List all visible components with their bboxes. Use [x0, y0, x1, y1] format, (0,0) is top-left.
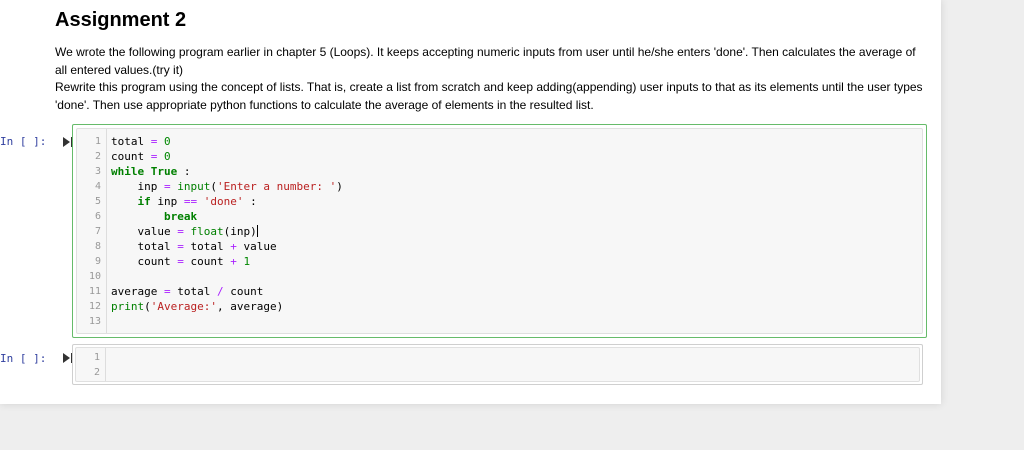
line-number: 9 [94, 256, 101, 267]
code-line: average = total / count [111, 284, 343, 299]
line-number: 7 [94, 226, 101, 237]
code-line: total = total + value [111, 239, 343, 254]
code-line: count = 0 [111, 149, 343, 164]
code-token: total [111, 240, 178, 253]
line-number: 13 [88, 316, 101, 327]
cell-prompt: In [ ]: [0, 352, 47, 365]
code-token: + [230, 255, 237, 268]
code-token: / [216, 285, 224, 298]
code-token: value [111, 225, 178, 238]
code-token: if [137, 195, 151, 208]
markdown-cell[interactable]: Assignment 2 We wrote the following prog… [55, 8, 925, 114]
code-editor[interactable]: 12 [75, 347, 920, 382]
code-token: 0 [164, 135, 171, 148]
code-token: average [111, 285, 164, 298]
notebook-page: Assignment 2 We wrote the following prog… [0, 0, 941, 404]
description-paragraph-1: We wrote the following program earlier i… [55, 45, 916, 77]
code-line: while True : [111, 164, 343, 179]
line-number: 8 [94, 241, 101, 252]
line-number-gutter: 1 2 3 4 5 6 7 8 9 10 11 12 13 [77, 129, 107, 333]
code-token: True [150, 165, 178, 178]
line-number: 11 [88, 286, 101, 297]
code-token: inp [150, 195, 184, 208]
code-token: total [183, 240, 231, 253]
line-number-gutter: 12 [76, 348, 106, 381]
text-cursor [256, 225, 258, 237]
code-token: count [223, 285, 264, 298]
line-number: 3 [94, 166, 101, 177]
code-token: value [236, 240, 277, 253]
line-number: 12 [88, 301, 101, 312]
code-cell-2: In [ ]: 12 [0, 344, 941, 385]
code-token: ( [210, 180, 217, 193]
code-token: , average) [216, 300, 284, 313]
line-number: 4 [94, 181, 101, 192]
code-token: 1 [243, 255, 251, 268]
code-token: 'done' [203, 195, 244, 208]
code-token: 0 [164, 150, 171, 163]
code-token: total [170, 285, 217, 298]
code-token: print [111, 300, 145, 313]
line-number: 6 [94, 211, 101, 222]
code-token: + [230, 240, 237, 253]
line-number: 1 [93, 352, 100, 363]
code-token: total [111, 135, 151, 148]
code-token: count [111, 255, 178, 268]
code-token: count [111, 150, 151, 163]
code-editor[interactable]: 1 2 3 4 5 6 7 8 9 10 11 12 13 total = 0 count = 0 whil… [76, 128, 923, 334]
code-token: break [163, 210, 198, 223]
code-line: inp = input('Enter a number: ') [111, 179, 343, 194]
code-token: = [177, 225, 184, 238]
line-number: 1 [94, 136, 101, 147]
code-token: float [190, 225, 224, 238]
line-number: 2 [93, 367, 100, 378]
code-token: = [163, 180, 171, 193]
line-number: 10 [88, 271, 101, 282]
code-line: value = float(inp) [111, 224, 343, 239]
code-line: break [111, 209, 343, 224]
code-token: = [163, 285, 171, 298]
code-token: ( [144, 300, 151, 313]
code-token: : [243, 195, 257, 208]
code-token: = [177, 255, 184, 268]
code-line: print('Average:', average) [111, 299, 343, 314]
code-cell-1: In [ ]: 1 2 3 4 5 6 7 8 9 10 11 12 13 total = 0 count… [0, 124, 941, 338]
code-token: : [177, 165, 191, 178]
code-token: 'Average:' [150, 300, 217, 313]
code-line: count = count + 1 [111, 254, 343, 269]
assignment-title: Assignment 2 [55, 9, 187, 31]
code-token: while [111, 165, 145, 178]
code-token: inp [111, 180, 164, 193]
code-token: (inp) [223, 225, 257, 238]
code-token: 'Enter a number: ' [216, 180, 337, 193]
cell-prompt: In [ ]: [0, 135, 47, 148]
code-cell-input[interactable]: 1 2 3 4 5 6 7 8 9 10 11 12 13 total = 0 count = 0 whil… [72, 124, 927, 338]
code-line: if inp == 'done' : [111, 194, 343, 209]
code-cell-input[interactable]: 12 [72, 344, 923, 385]
code-area[interactable]: total = 0 count = 0 while True : inp = inp… [111, 134, 343, 329]
line-number: 2 [94, 151, 101, 162]
code-token: ) [336, 180, 343, 193]
code-token: = [177, 240, 184, 253]
code-token: == [183, 195, 198, 208]
line-number: 5 [94, 196, 101, 207]
code-line: total = 0 [111, 134, 343, 149]
code-token: input [177, 180, 211, 193]
code-token: count [183, 255, 231, 268]
description-paragraph-2: Rewrite this program using the concept o… [55, 80, 923, 112]
